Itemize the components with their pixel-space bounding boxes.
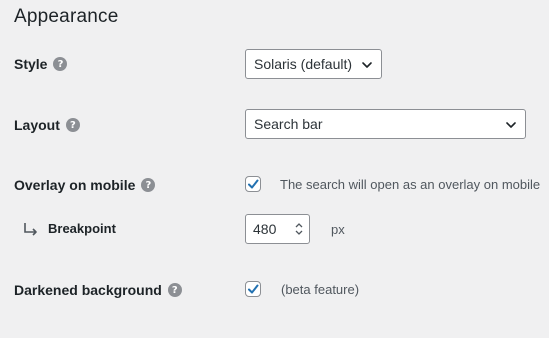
breakpoint-label-row: Breakpoint (22, 221, 116, 236)
breakpoint-value: 480 (253, 221, 277, 237)
darkened-label-row: Darkened background ? (14, 282, 182, 298)
help-icon[interactable]: ? (53, 57, 68, 71)
overlay-description: The search will open as an overlay on mo… (280, 177, 541, 192)
darkened-label: Darkened background (14, 282, 162, 298)
style-select[interactable]: Solaris (default) (245, 49, 382, 79)
breakpoint-label: Breakpoint (48, 221, 116, 236)
darkened-description: (beta feature) (281, 282, 360, 297)
style-label: Style (14, 56, 48, 72)
style-label-row: Style ? (14, 56, 68, 72)
help-icon[interactable]: ? (167, 283, 182, 297)
overlay-label: Overlay on mobile (14, 177, 136, 193)
darkened-checkbox[interactable] (245, 281, 261, 297)
check-icon (248, 284, 259, 294)
help-icon[interactable]: ? (65, 118, 80, 132)
overlay-label-row: Overlay on mobile ? (14, 177, 156, 193)
overlay-checkbox[interactable] (245, 176, 261, 192)
chevron-down-icon (362, 62, 372, 68)
breakpoint-input[interactable]: 480 (245, 214, 310, 244)
style-select-value: Solaris (default) (254, 56, 353, 72)
help-icon[interactable]: ? (141, 178, 156, 192)
spinner-arrows-icon[interactable] (295, 222, 303, 236)
layout-select-value: Search bar (254, 116, 323, 132)
section-title: Appearance (14, 6, 119, 27)
layout-label-row: Layout ? (14, 117, 80, 133)
chevron-down-icon (506, 122, 516, 128)
layout-select[interactable]: Search bar (245, 109, 526, 139)
check-icon (248, 179, 259, 189)
layout-label: Layout (14, 117, 60, 133)
breakpoint-unit: px (331, 222, 345, 237)
subdirectory-arrow-icon (24, 222, 37, 236)
